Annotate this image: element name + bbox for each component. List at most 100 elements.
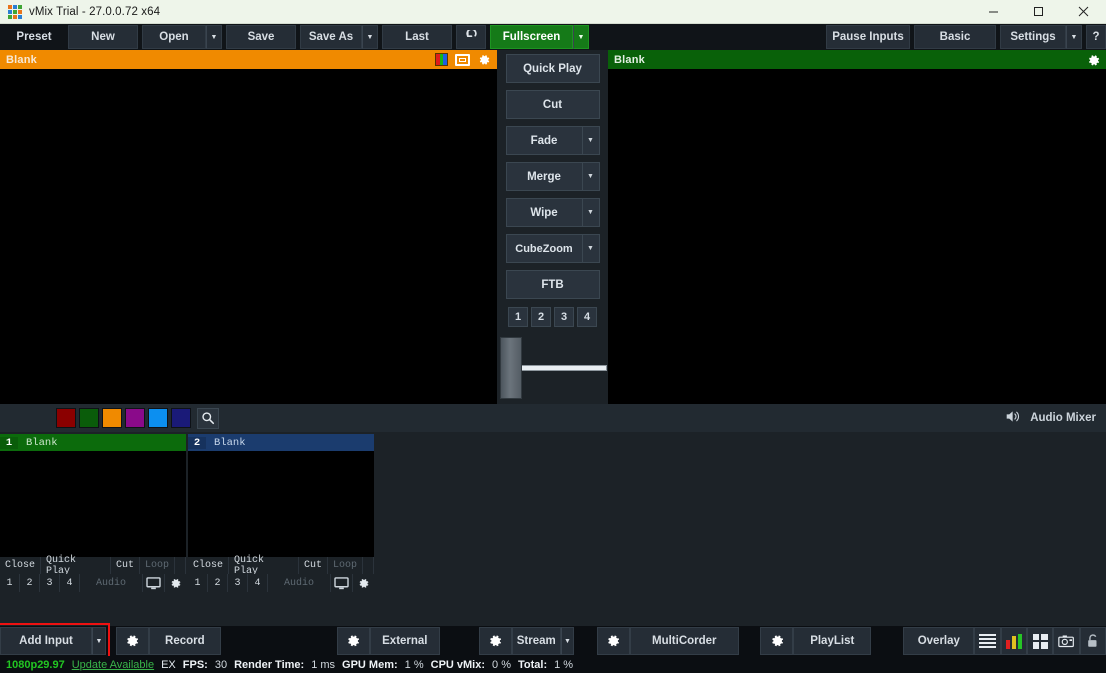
transition-preset-3[interactable]: 3	[554, 307, 574, 327]
help-button[interactable]: ?	[1086, 25, 1106, 49]
snapshot-icon[interactable]	[1053, 627, 1080, 655]
color-swatch-navy[interactable]	[171, 408, 191, 428]
add-input-dropdown-icon[interactable]: ▼	[92, 627, 106, 655]
cut-button[interactable]: Cut	[505, 90, 600, 119]
input-overlay-4[interactable]: 4	[248, 574, 268, 592]
preset-button[interactable]: Preset	[0, 25, 68, 49]
input-quick-play-button[interactable]: Quick Play	[41, 555, 111, 577]
save-as-dropdown-icon[interactable]: ▼	[362, 25, 378, 49]
transition-preset-4[interactable]: 4	[577, 307, 597, 327]
color-bars-icon[interactable]	[435, 53, 448, 66]
input-overlay-3[interactable]: 3	[40, 574, 60, 592]
open-button[interactable]: Open	[142, 25, 206, 49]
save-button[interactable]: Save	[226, 25, 296, 49]
playlist-button[interactable]: PlayList	[793, 627, 872, 655]
screen-icon[interactable]	[455, 53, 470, 66]
audio-meter-icon[interactable]	[1000, 627, 1027, 655]
add-input-button[interactable]: Add Input	[0, 627, 92, 655]
settings-dropdown-icon[interactable]: ▼	[1066, 25, 1082, 49]
input-close-button[interactable]: Close	[0, 557, 42, 574]
status-bar: 1080p29.97 Update Available EX FPS: 30 R…	[0, 656, 1106, 673]
pause-inputs-button[interactable]: Pause Inputs	[826, 25, 910, 49]
multicorder-settings-gear-icon[interactable]	[596, 627, 630, 655]
color-swatch-blue[interactable]	[148, 408, 168, 428]
input-overlay-1[interactable]: 1	[188, 574, 208, 592]
maximize-button[interactable]	[1016, 0, 1061, 24]
input-overlay-2[interactable]: 2	[20, 574, 40, 592]
input-thumbnail[interactable]	[0, 451, 186, 557]
wipe-dropdown-icon[interactable]: ▼	[582, 198, 600, 227]
record-settings-gear-icon[interactable]	[115, 627, 149, 655]
input-cut-button[interactable]: Cut	[110, 557, 140, 574]
external-button[interactable]: External	[369, 627, 440, 655]
program-video-area[interactable]	[608, 69, 1106, 404]
status-render-key: Render Time:	[234, 658, 305, 671]
status-total-value: 1 %	[554, 658, 574, 671]
input-loop-button[interactable]: Loop	[139, 557, 175, 574]
color-swatch-purple[interactable]	[125, 408, 145, 428]
settings-button[interactable]: Settings	[1000, 25, 1066, 49]
input-loop-button[interactable]: Loop	[327, 557, 363, 574]
t-bar-handle[interactable]	[499, 337, 522, 399]
gear-icon[interactable]	[1086, 53, 1100, 67]
external-settings-gear-icon[interactable]	[336, 627, 370, 655]
stream-button[interactable]: Stream	[511, 627, 561, 655]
input-close-button[interactable]: Close	[188, 557, 230, 574]
input-overlay-3[interactable]: 3	[228, 574, 248, 592]
fade-dropdown-icon[interactable]: ▼	[582, 126, 600, 155]
quick-play-button[interactable]: Quick Play	[505, 54, 600, 83]
input-overlay-4[interactable]: 4	[60, 574, 80, 592]
merge-dropdown-icon[interactable]: ▼	[582, 162, 600, 191]
input-cut-button[interactable]: Cut	[298, 557, 328, 574]
undo-icon[interactable]	[456, 25, 486, 49]
playlist-settings-gear-icon[interactable]	[760, 627, 794, 655]
fullscreen-button[interactable]: Fullscreen	[490, 25, 573, 49]
input-header[interactable]: 2 Blank	[188, 434, 374, 451]
monitor-icon[interactable]	[330, 574, 352, 592]
wipe-button[interactable]: Wipe	[505, 198, 583, 227]
preview-video-area[interactable]	[0, 69, 497, 404]
merge-button[interactable]: Merge	[505, 162, 583, 191]
hamburger-icon[interactable]	[974, 627, 1001, 655]
input-thumbnail[interactable]	[188, 451, 374, 557]
record-button[interactable]: Record	[148, 627, 221, 655]
input-overlay-2[interactable]: 2	[208, 574, 228, 592]
monitor-icon[interactable]	[142, 574, 164, 592]
new-button[interactable]: New	[68, 25, 138, 49]
input-numbers-row: 1 2 3 4 Audio	[0, 574, 186, 592]
multiview-icon[interactable]	[1026, 627, 1054, 655]
stream-dropdown-icon[interactable]: ▼	[560, 627, 575, 655]
open-dropdown-icon[interactable]: ▼	[206, 25, 222, 49]
multicorder-button[interactable]: MultiCorder	[629, 627, 739, 655]
color-swatch-red[interactable]	[56, 408, 76, 428]
basic-button[interactable]: Basic	[914, 25, 996, 49]
save-as-button[interactable]: Save As	[300, 25, 362, 49]
transition-preset-1[interactable]: 1	[508, 307, 528, 327]
transition-preset-2[interactable]: 2	[531, 307, 551, 327]
gear-icon[interactable]	[477, 53, 491, 67]
update-available-link[interactable]: Update Available	[72, 659, 154, 671]
close-button[interactable]	[1061, 0, 1106, 24]
ftb-button[interactable]: FTB	[505, 270, 600, 299]
fade-button[interactable]: Fade	[505, 126, 583, 155]
input-audio-label[interactable]: Audio	[268, 574, 330, 592]
input-header[interactable]: 1 Blank	[0, 434, 186, 451]
minimize-button[interactable]	[971, 0, 1016, 24]
input-overlay-1[interactable]: 1	[0, 574, 20, 592]
overlay-button[interactable]: Overlay	[903, 627, 975, 655]
last-button[interactable]: Last	[382, 25, 452, 49]
fullscreen-dropdown-icon[interactable]: ▼	[573, 25, 589, 49]
gear-icon[interactable]	[352, 574, 374, 592]
stream-settings-gear-icon[interactable]	[478, 627, 512, 655]
audio-mixer-button[interactable]: Audio Mixer	[1005, 409, 1106, 427]
input-audio-label[interactable]: Audio	[80, 574, 142, 592]
cubezoom-dropdown-icon[interactable]: ▼	[582, 234, 600, 263]
gear-icon[interactable]	[164, 574, 186, 592]
input-quick-play-button[interactable]: Quick Play	[229, 555, 299, 577]
cubezoom-button[interactable]: CubeZoom	[505, 234, 583, 263]
search-icon[interactable]	[197, 407, 219, 429]
lock-icon[interactable]	[1079, 627, 1106, 655]
color-swatch-green[interactable]	[79, 408, 99, 428]
t-bar-slider[interactable]	[499, 337, 607, 399]
color-swatch-orange[interactable]	[102, 408, 122, 428]
